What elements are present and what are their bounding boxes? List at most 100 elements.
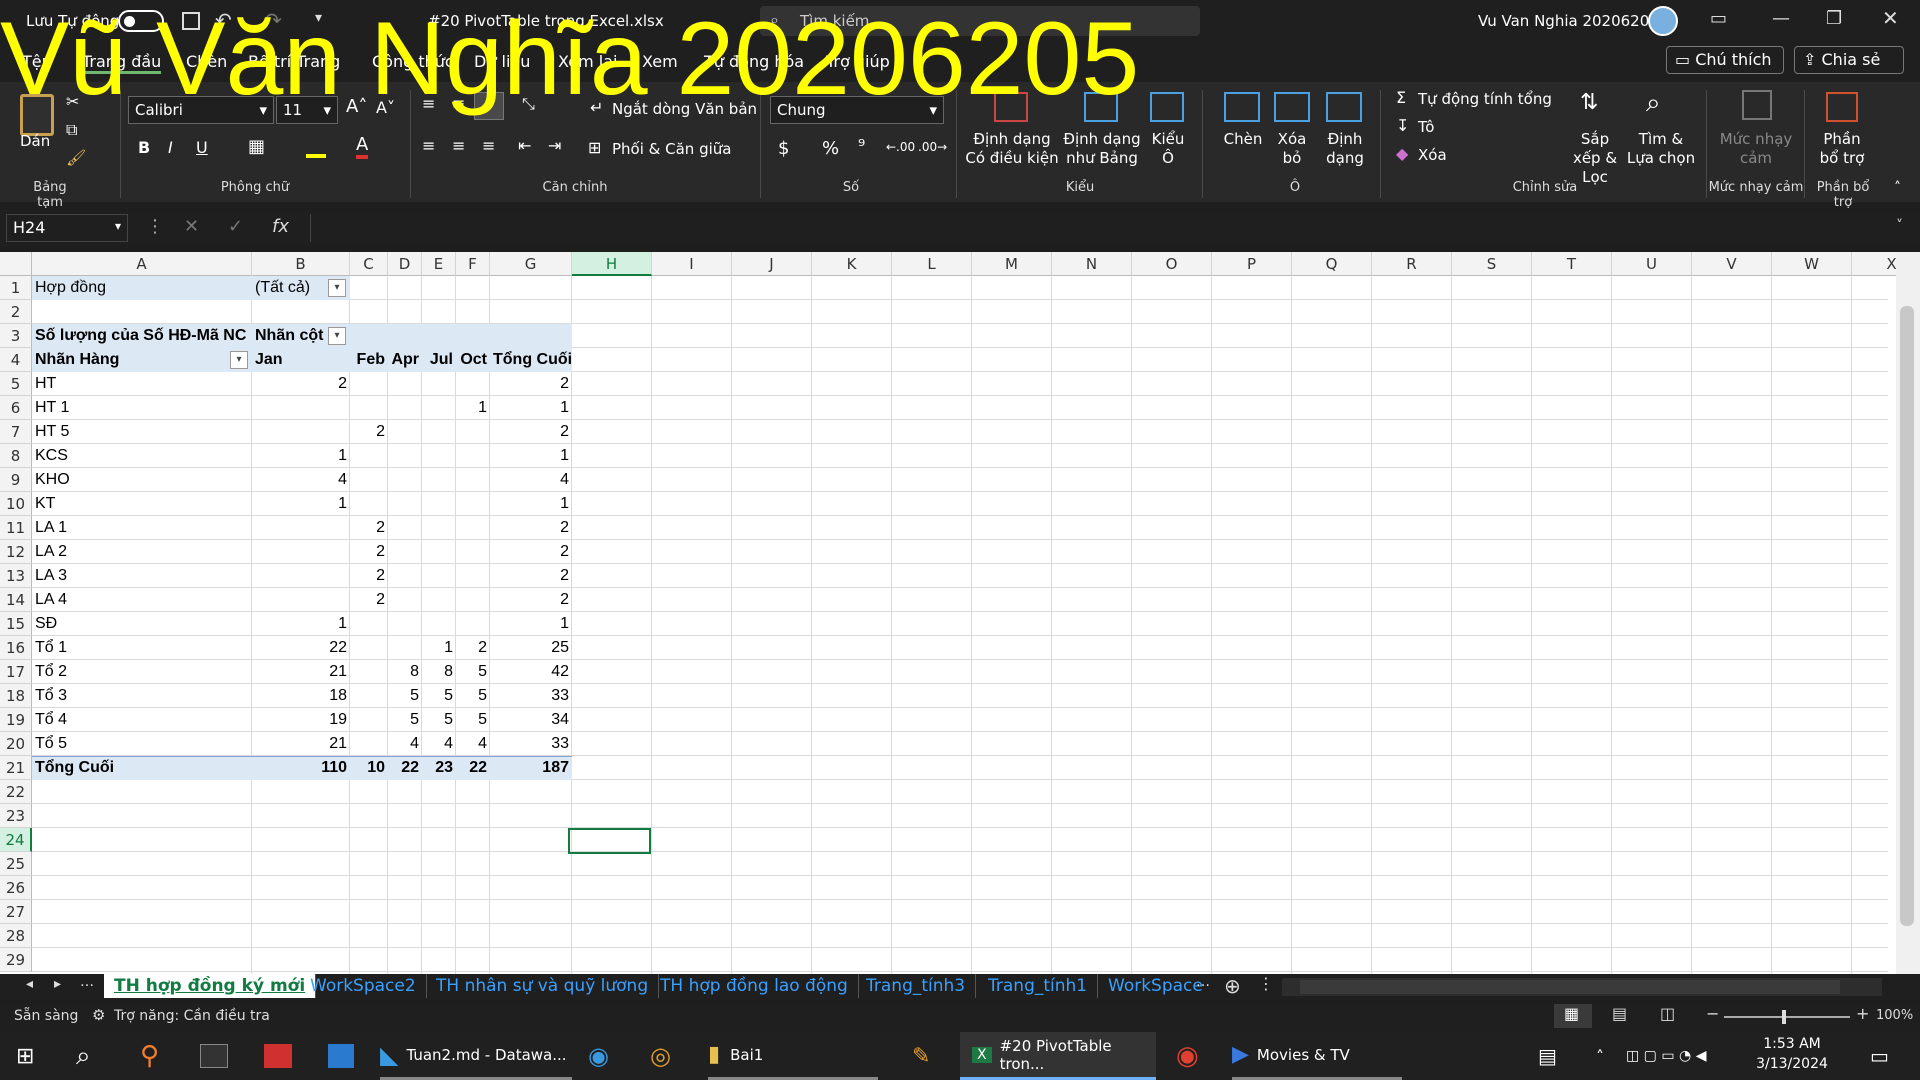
row-header-26[interactable]: 26: [0, 876, 32, 900]
filter-dropdown-icon[interactable]: ▾: [328, 279, 346, 297]
row-header-23[interactable]: 23: [0, 804, 32, 828]
taskbar-vscode[interactable]: ◣ Tuan2.md - Datawa...: [380, 1032, 572, 1080]
cut-icon[interactable]: ✂: [66, 92, 79, 111]
pivot-value-cell[interactable]: [388, 420, 422, 444]
pivot-row-label[interactable]: Nhãn Hàng: [32, 348, 252, 372]
pivot-value-cell[interactable]: 21: [252, 732, 350, 756]
close-icon[interactable]: ✕: [1882, 6, 1899, 30]
pivot-column-header[interactable]: Oct: [456, 348, 490, 372]
format-cells-button[interactable]: Định dạng: [1320, 130, 1370, 168]
column-header-h[interactable]: H: [572, 252, 652, 276]
pivot-value-cell[interactable]: [350, 444, 388, 468]
pivot-grand-total-value[interactable]: 110: [252, 756, 350, 780]
pivot-value-cell[interactable]: [422, 540, 456, 564]
collapse-ribbon-icon[interactable]: ˄: [1894, 180, 1901, 196]
clear-button[interactable]: Xóa: [1418, 146, 1447, 164]
decrease-font-icon[interactable]: A˅: [376, 98, 395, 117]
decrease-decimal-icon[interactable]: .00→: [918, 140, 947, 154]
column-header-k[interactable]: K: [812, 252, 892, 276]
pivot-filter-label[interactable]: Hợp đồng: [32, 276, 252, 300]
pivot-value-cell[interactable]: [350, 492, 388, 516]
pivot-value-cell[interactable]: [388, 588, 422, 612]
normal-view-button[interactable]: ▦: [1554, 1004, 1592, 1028]
row-header-29[interactable]: 29: [0, 948, 32, 972]
pivot-value-cell[interactable]: [350, 372, 388, 396]
cancel-icon[interactable]: ✕: [184, 216, 199, 237]
pivot-grand-total-value[interactable]: 22: [456, 756, 490, 780]
column-header-j[interactable]: J: [732, 252, 812, 276]
pivot-value-cell[interactable]: 1: [490, 492, 572, 516]
pivot-value-cell[interactable]: [456, 540, 490, 564]
pivot-value-cell[interactable]: [422, 396, 456, 420]
align-middle-icon[interactable]: ≡: [452, 94, 465, 113]
column-header-n[interactable]: N: [1052, 252, 1132, 276]
find-select-button[interactable]: Tìm & Lựa chọn: [1624, 130, 1698, 168]
sheet-tab[interactable]: WorkSpace2: [300, 974, 427, 998]
minimize-icon[interactable]: —: [1772, 8, 1790, 29]
pivot-row-label-cell[interactable]: HT 1: [32, 396, 252, 420]
pivot-column-header[interactable]: Jul: [422, 348, 456, 372]
align-center-icon[interactable]: ≡: [452, 136, 465, 155]
tray-chevron-icon[interactable]: ˄: [1596, 1032, 1604, 1080]
more-sheets-icon[interactable]: …: [1196, 974, 1210, 990]
pivot-value-cell[interactable]: 1: [252, 444, 350, 468]
pivot-row-label-cell[interactable]: Tổ 2: [32, 660, 252, 684]
pivot-value-cell[interactable]: 1: [252, 492, 350, 516]
sort-filter-button[interactable]: Sắp xếp & Lọc: [1566, 130, 1624, 187]
pivot-grand-total-value[interactable]: 10: [350, 756, 388, 780]
pivot-value-cell[interactable]: 5: [388, 708, 422, 732]
pivot-value-cell[interactable]: [350, 708, 388, 732]
zoom-slider[interactable]: [1724, 1010, 1850, 1024]
row-header-11[interactable]: 11: [0, 516, 32, 540]
insert-function-icon[interactable]: fx: [272, 216, 289, 237]
currency-icon[interactable]: $: [778, 138, 789, 159]
horizontal-scroll-thumb[interactable]: [1300, 980, 1840, 994]
vertical-scroll-thumb[interactable]: [1900, 306, 1914, 926]
column-header-o[interactable]: O: [1132, 252, 1212, 276]
more-sheets-icon[interactable]: …: [80, 974, 94, 990]
tab-review[interactable]: Xem lại: [558, 52, 617, 71]
column-header-u[interactable]: U: [1612, 252, 1692, 276]
pivot-value-cell[interactable]: 33: [490, 684, 572, 708]
pivot-value-cell[interactable]: 2: [490, 372, 572, 396]
pivot-value-cell[interactable]: 5: [456, 684, 490, 708]
search-box[interactable]: ⌕ Tìm kiếm: [760, 6, 1200, 36]
pivot-row-label-cell[interactable]: Tổ 3: [32, 684, 252, 708]
row-header-25[interactable]: 25: [0, 852, 32, 876]
pivot-row-label-cell[interactable]: HT: [32, 372, 252, 396]
vertical-scrollbar[interactable]: [1896, 252, 1920, 974]
pivot-value-cell[interactable]: 5: [422, 684, 456, 708]
pivot-value-cell[interactable]: [422, 588, 456, 612]
pivot-value-cell[interactable]: [388, 612, 422, 636]
conditional-format-button[interactable]: Định dạng Có điều kiện: [962, 130, 1062, 168]
pivot-value-cell[interactable]: [422, 420, 456, 444]
delete-cells-button[interactable]: Xóa bỏ: [1270, 130, 1314, 168]
pivot-value-cell[interactable]: [350, 636, 388, 660]
ribbon-display-icon[interactable]: ▭: [1710, 8, 1727, 29]
pivot-value-cell[interactable]: 8: [388, 660, 422, 684]
row-header-19[interactable]: 19: [0, 708, 32, 732]
pivot-value-cell[interactable]: [388, 468, 422, 492]
pivot-value-cell[interactable]: 2: [456, 636, 490, 660]
row-header-24[interactable]: 24: [0, 828, 32, 852]
increase-indent-icon[interactable]: ⇥: [548, 136, 561, 155]
format-as-table-button[interactable]: Định dạng như Bảng: [1062, 130, 1142, 168]
pivot-value-cell[interactable]: [350, 732, 388, 756]
column-header-m[interactable]: M: [972, 252, 1052, 276]
italic-button[interactable]: I: [168, 138, 173, 157]
pivot-value-cell[interactable]: [456, 468, 490, 492]
pivot-value-cell[interactable]: [456, 444, 490, 468]
column-header-i[interactable]: I: [652, 252, 732, 276]
column-header-d[interactable]: D: [388, 252, 422, 276]
copy-icon[interactable]: ⧉: [66, 120, 77, 140]
zoom-slider-thumb[interactable]: [1782, 1010, 1786, 1024]
pivot-row-label-cell[interactable]: LA 1: [32, 516, 252, 540]
row-header-22[interactable]: 22: [0, 780, 32, 804]
pivot-row-label-cell[interactable]: Tổ 1: [32, 636, 252, 660]
tab-page-layout[interactable]: Bố trí Trang: [248, 52, 340, 71]
sheet-tab[interactable]: TH nhân sự và quỹ lương: [426, 974, 660, 998]
autosave-toggle[interactable]: [118, 10, 164, 32]
pivot-value-cell[interactable]: [422, 492, 456, 516]
column-header-r[interactable]: R: [1372, 252, 1452, 276]
pivot-value-cell[interactable]: 5: [422, 708, 456, 732]
